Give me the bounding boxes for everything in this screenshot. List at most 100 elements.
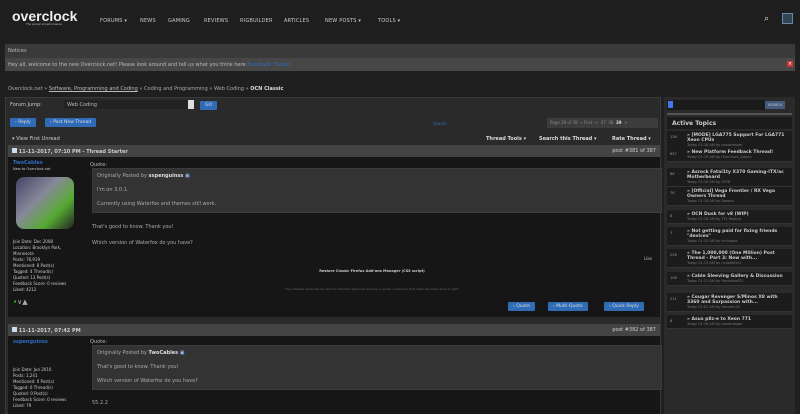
signature-note: The software spirit has no need for than… (284, 287, 460, 291)
nav-reviews[interactable]: REVIEWS (204, 18, 228, 24)
topic-title[interactable]: » [MODE] LGA775 Support For LGA771 Xeon … (687, 133, 790, 143)
quote-line: I'm on 3.0.1. (97, 187, 129, 193)
user-info: TwoCables New to Overclock.net Join Date… (13, 160, 85, 306)
close-icon[interactable]: × (787, 61, 793, 67)
user-info-line: Liked: 79 (13, 403, 32, 408)
report-icon[interactable]: ▲ (22, 298, 27, 306)
crumb-coding[interactable]: Coding and Programming (144, 86, 208, 92)
multi-quote-button[interactable]: › Multi-Quote (548, 302, 588, 311)
quote-user: sspenguinss (148, 173, 184, 179)
view-first-unread-label: View First Unread (16, 136, 60, 142)
nav-forums[interactable]: FORUMS ▾ (100, 18, 127, 24)
topic-title[interactable]: » [Official] Vega Frontier / RX Vega Own… (687, 189, 790, 199)
topic-title[interactable]: » Asrock Fatal1ty X370 Gaming-ITX/ac Mot… (687, 170, 790, 180)
quote-button[interactable]: › Quote (508, 302, 535, 311)
reply-label: Reply (18, 120, 31, 125)
topic-item[interactable]: 657» New Platform Feedback Thread! Today … (667, 148, 792, 162)
next-page[interactable]: > (624, 120, 627, 125)
post-text: 55.2.2 (92, 400, 108, 406)
prev-page[interactable]: < (595, 120, 598, 125)
user-avatar (16, 177, 74, 229)
feedback-thread-link[interactable]: Feedback Thread (247, 62, 290, 68)
crumb-web-coding[interactable]: Web Coding (214, 86, 244, 92)
select-arrow-icon[interactable] (188, 100, 194, 109)
nav-news[interactable]: NEWS (140, 18, 156, 24)
like-button[interactable]: Like (644, 256, 652, 261)
first-page[interactable]: « First (580, 120, 592, 125)
rate-thread[interactable]: Rate Thread ▾ (612, 136, 651, 142)
go-button[interactable]: GO (200, 101, 218, 110)
notices-title: Notices (5, 44, 795, 58)
forum-jump-select[interactable]: Web Coding (64, 100, 194, 109)
quote-user: TwoCables (148, 350, 179, 356)
page-count: Page 39 of 39 (550, 120, 578, 125)
topic-title[interactable]: » The 1,000,000 (One Million) Post Threa… (687, 251, 790, 261)
new-thread-label: Post New Thread (53, 120, 92, 125)
quote-by: Originally Posted by (97, 350, 147, 356)
nav-tools[interactable]: TOOLS ▾ (378, 18, 400, 24)
multi-quote-label: Multi-Quote (556, 304, 583, 309)
quote-box: Originally Posted by TwoCables ▣ That's … (92, 345, 662, 390)
view-post-icon[interactable]: ▣ (180, 350, 185, 356)
post-number[interactable]: post #382 of 387 (612, 327, 656, 333)
reply-count: 126 (670, 135, 677, 139)
topic-item[interactable]: 108» Cable Sleeving Gallery & Discussion… (667, 272, 792, 286)
topic-item[interactable]: 76 » [Official] Vega Frontier / RX Vega O… (667, 187, 792, 206)
quick-reply-button[interactable]: › Quick Reply (604, 302, 644, 311)
thread-tools[interactable]: Thread Tools ▾ (486, 136, 526, 142)
view-post-icon[interactable]: ▣ (185, 173, 190, 179)
post-date: 11-11-2017, 07:42 PM (18, 328, 81, 334)
topic-meta: Today 01:13 AM by ncdaRefer2 (687, 261, 742, 265)
user-status-icons: •∨▲ (13, 298, 85, 306)
topic-meta: Today 01:18 AM by panatrosper (687, 143, 743, 147)
reply-button[interactable]: › Reply (10, 118, 36, 127)
avatar[interactable] (782, 13, 793, 24)
crumb-home[interactable]: Overclock.net (8, 86, 43, 92)
sidebar-search-button[interactable]: SEARCH (765, 101, 786, 109)
nav-new-posts[interactable]: NEW POSTS ▾ (325, 18, 361, 24)
search-icon[interactable]: ⌕ (764, 14, 769, 24)
search-link[interactable]: Search (433, 121, 447, 126)
topic-item[interactable]: 3 » Not getting paid for fixing friends "… (667, 227, 792, 246)
page-38[interactable]: 38 (608, 120, 613, 125)
reply-count: 76 (670, 191, 675, 195)
search-thread[interactable]: Search this Thread ▾ (539, 136, 597, 142)
topic-item[interactable]: 86 » Asrock Fatal1ty X370 Gaming-ITX/ac M… (667, 168, 792, 187)
reply-count: 108 (670, 276, 677, 280)
page-37[interactable]: 37 (601, 120, 606, 125)
sidebar-search-input[interactable] (667, 100, 765, 110)
topic-title[interactable]: » Not getting paid for fixing friends "d… (687, 229, 790, 239)
username-link[interactable]: sspenguinss (13, 339, 85, 345)
quote-line: That's good to know. Thank you! (97, 364, 179, 370)
user-title: New to Overclock.net (13, 167, 51, 171)
nav-rigbuilder[interactable]: RIGBUILDER (240, 18, 273, 24)
topic-meta: Today 01:19 AM by Overclock_Admin (687, 155, 752, 159)
view-first-unread[interactable]: ▾ View First Unread (12, 136, 60, 142)
notice-message: Hey all, welcome to the new Overclock.ne… (5, 58, 795, 71)
topic-item[interactable]: 8» OCN Dusk for v8 (WIP) Today 01:18 AM b… (667, 210, 792, 224)
nav-gaming[interactable]: GAMING (168, 18, 190, 24)
topic-title-text: [Official] Vega Frontier / RX Vega Owner… (687, 189, 776, 199)
reply-count: 86 (670, 172, 675, 176)
post-date: 11-11-2017, 07:10 PM (18, 149, 81, 155)
topic-title-text: Cougar Revenger S/Minos X8 with 3360 and… (687, 295, 778, 305)
quote-label: Quote (516, 304, 530, 309)
topic-item[interactable]: 8» Asus p8z-e to Xeon 771 Today 01:16 AM … (667, 315, 792, 329)
nav-articles[interactable]: ARTICLES (284, 18, 309, 24)
sidebar: SEARCH Active Topics 126 » [MODE] LGA775 … (664, 97, 795, 414)
signature-title[interactable]: Restore Classic Firefox Add-ons Manager … (92, 269, 652, 273)
post-header: 11-11-2017, 07:10 PM - Thread Starter po… (8, 145, 660, 157)
site-logo[interactable]: overclock The pursuit of performance (12, 8, 77, 26)
post-header: 11-11-2017, 07:42 PM post #382 of 387 (8, 324, 660, 336)
post-icon (12, 148, 17, 153)
post-text: That's good to know. Thank you! (92, 224, 174, 230)
crumb-software[interactable]: Software, Programming and Coding (49, 86, 138, 92)
topic-title[interactable]: » Cougar Revenger S/Minos X8 with 3360 a… (687, 295, 790, 305)
new-thread-button[interactable]: › Post New Thread (45, 118, 97, 127)
post-number[interactable]: post #381 of 387 (612, 148, 656, 154)
divider (667, 113, 792, 115)
topic-item[interactable]: 226 » The 1,000,000 (One Million) Post Th… (667, 249, 792, 268)
topic-item[interactable]: 211 » Cougar Revenger S/Minos X8 with 336… (667, 293, 792, 312)
thread-starter-tag: - Thread Starter (80, 149, 128, 155)
topic-meta: Today 01:11 AM by HardcoreSFL (687, 279, 744, 283)
